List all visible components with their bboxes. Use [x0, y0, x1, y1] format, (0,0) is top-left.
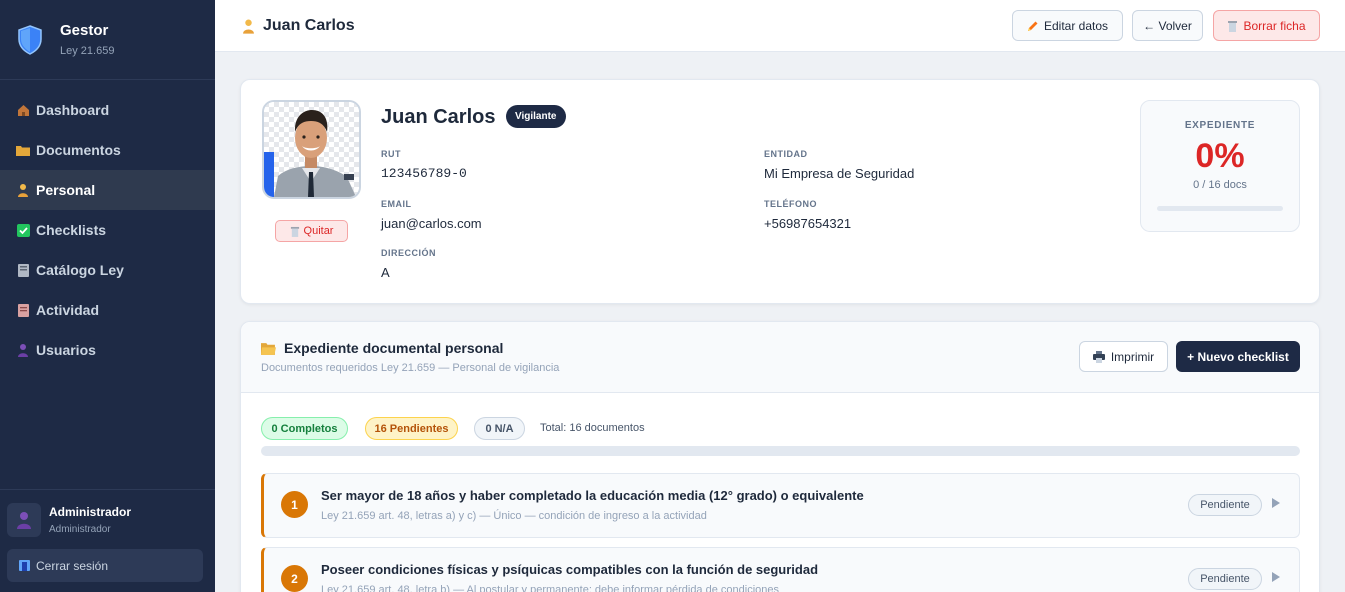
user-avatar-icon [17, 512, 31, 529]
sidebar-item-dashboard[interactable]: Dashboard [0, 90, 215, 130]
sidebar-item-label: Catálogo Ley [36, 262, 124, 278]
edit-data-label: Editar datos [1043, 18, 1109, 33]
print-button[interactable]: Imprimir [1079, 341, 1168, 372]
sidebar-item-label: Usuarios [36, 342, 96, 358]
door-icon [19, 560, 30, 571]
trash-icon [1228, 20, 1238, 32]
expediente-label: EXPEDIENTE [1184, 120, 1256, 131]
sidebar-item-label: Checklists [36, 222, 107, 238]
expand-arrow-icon[interactable] [1272, 572, 1280, 582]
sidebar: Gestor Ley 21.659 Dashboard Documentos P… [0, 0, 215, 592]
rut-label: RUT [381, 149, 401, 159]
rut-value: 123456789-0 [381, 166, 467, 181]
complete-count-badge: 0 Completos [261, 417, 348, 440]
sidebar-item-label: Documentos [36, 142, 121, 158]
new-checklist-button[interactable]: + Nuevo checklist [1176, 341, 1300, 372]
expediente-docs: 0 / 16 docs [1193, 179, 1247, 191]
top-header: Juan Carlos Editar datos ← Volver Borrar… [215, 0, 1345, 52]
sidebar-item-checklists[interactable]: Checklists [0, 210, 215, 250]
person-icon [243, 19, 254, 34]
book-icon [16, 263, 30, 277]
status-badge: Pendiente [1188, 568, 1262, 590]
new-checklist-label: + Nuevo checklist [1187, 349, 1289, 364]
expediente-progress-bar [1157, 206, 1283, 211]
edit-data-button[interactable]: Editar datos [1012, 10, 1123, 41]
list-item[interactable]: 1 Ser mayor de 18 años y haber completad… [261, 473, 1300, 538]
section-header: Expediente documental personal Documento… [241, 322, 1319, 393]
item-title: Ser mayor de 18 años y haber completado … [321, 488, 864, 503]
document-icon [16, 303, 30, 317]
back-button[interactable]: ← Volver [1132, 10, 1203, 41]
pencil-icon [1027, 21, 1038, 31]
entity-value: Mi Empresa de Seguridad [764, 166, 915, 181]
sidebar-item-label: Dashboard [36, 102, 110, 118]
item-subtitle: Ley 21.659 art. 48, letras a) y c) — Úni… [321, 510, 707, 522]
item-title: Poseer condiciones físicas y psíquicas c… [321, 562, 819, 577]
printer-icon [1092, 350, 1105, 363]
logout-button[interactable]: Cerrar sesión [7, 549, 203, 582]
open-folder-icon [261, 342, 276, 355]
email-label: EMAIL [381, 199, 412, 209]
remove-photo-button[interactable]: Quitar [275, 220, 348, 242]
user-role: Administrador [49, 524, 111, 535]
sidebar-nav: Dashboard Documentos Personal Checklists… [0, 90, 215, 370]
person-icon [16, 183, 30, 197]
print-label: Imprimir [1110, 349, 1155, 364]
section-title-text: Expediente documental personal [284, 340, 504, 356]
section-subtitle: Documentos requeridos Ley 21.659 — Perso… [261, 362, 560, 374]
back-label: ← Volver [1143, 18, 1192, 33]
profile-name: Juan Carlos [381, 106, 496, 128]
page-title-text: Juan Carlos [263, 16, 355, 34]
sidebar-item-catalogo-ley[interactable]: Catálogo Ley [0, 250, 215, 290]
sidebar-item-actividad[interactable]: Actividad [0, 290, 215, 330]
trash-icon [290, 226, 299, 237]
pending-count-badge: 16 Pendientes [365, 417, 458, 440]
delete-record-label: Borrar ficha [1243, 18, 1306, 33]
item-number: 2 [281, 565, 308, 592]
role-badge: Vigilante [506, 105, 566, 128]
sidebar-item-documentos[interactable]: Documentos [0, 130, 215, 170]
sidebar-item-personal[interactable]: Personal [0, 170, 215, 210]
expediente-summary: EXPEDIENTE 0% 0 / 16 docs [1140, 100, 1300, 232]
brand-subtitle: Ley 21.659 [60, 45, 115, 57]
folder-icon [16, 143, 30, 157]
page-title: Juan Carlos [242, 17, 355, 35]
section-title: Expediente documental personal [261, 340, 503, 356]
sidebar-item-label: Personal [36, 182, 96, 198]
address-value: A [381, 265, 390, 280]
email-value: juan@carlos.com [381, 216, 482, 231]
list-item[interactable]: 2 Poseer condiciones físicas y psíquicas… [261, 547, 1300, 592]
sidebar-item-usuarios[interactable]: Usuarios [0, 330, 215, 370]
checkbox-icon [16, 223, 30, 237]
profile-photo[interactable] [262, 100, 361, 199]
house-icon [16, 103, 30, 117]
documents-progress-bar [261, 446, 1300, 456]
expand-arrow-icon[interactable] [1272, 498, 1280, 508]
phone-label: TELÉFONO [764, 199, 817, 209]
document-section: Expediente documental personal Documento… [240, 321, 1320, 592]
brand: Gestor Ley 21.659 [0, 0, 215, 80]
profile-card: Quitar Juan Carlos Vigilante RUT 1234567… [240, 79, 1320, 304]
total-documents: Total: 16 documentos [540, 422, 645, 434]
entity-label: ENTIDAD [764, 149, 808, 159]
logout-label: Cerrar sesión [36, 558, 109, 573]
avatar [7, 503, 41, 537]
brand-title: Gestor [60, 22, 109, 39]
delete-record-button[interactable]: Borrar ficha [1213, 10, 1320, 41]
user-name: Administrador [49, 505, 132, 519]
status-badge: Pendiente [1188, 494, 1262, 516]
na-count-badge: 0 N/A [474, 417, 525, 440]
expediente-percent: 0% [1195, 137, 1245, 175]
current-user: Administrador Administrador [0, 490, 215, 537]
person-photo-icon [264, 102, 359, 197]
item-number: 1 [281, 491, 308, 518]
item-subtitle: Ley 21.659 art. 48, letra b) — Al postul… [321, 584, 779, 592]
phone-value: +56987654321 [764, 216, 852, 231]
remove-photo-label: Quitar [303, 225, 334, 237]
sidebar-item-label: Actividad [36, 302, 100, 318]
sidebar-footer: Administrador Administrador Cerrar sesió… [0, 489, 215, 592]
address-label: DIRECCIÓN [381, 248, 437, 258]
shield-icon [18, 24, 42, 55]
user-icon [16, 343, 30, 357]
